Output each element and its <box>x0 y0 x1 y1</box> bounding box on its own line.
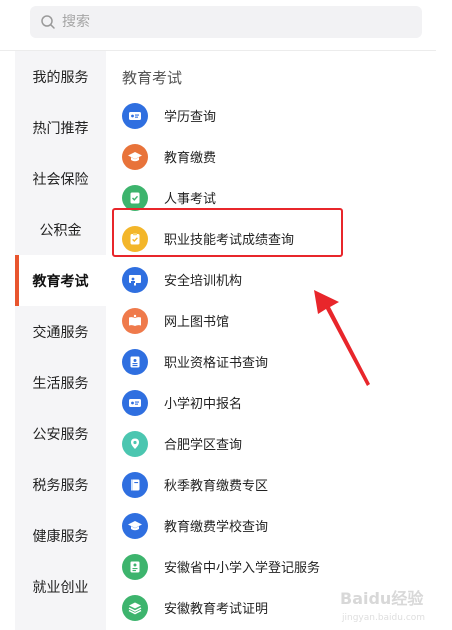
service-item-label: 职业资格证书查询 <box>164 356 269 371</box>
sidebar-item-traffic[interactable]: 交通服务 <box>15 306 106 357</box>
service-item-label: 人事考试 <box>164 192 217 207</box>
service-list: 学历查询 教育缴费 人事考试 职业技能考试成绩查询 安全培训机构 网上图书馆 职… <box>106 95 436 628</box>
service-item-qualification-cert[interactable]: 职业资格证书查询 <box>106 341 436 382</box>
id-card-icon <box>122 102 148 129</box>
sidebar-item-employment[interactable]: 就业创业 <box>15 561 106 612</box>
sidebar-item-social-insurance[interactable]: 社会保险 <box>15 153 106 204</box>
service-item-payment-school-query[interactable]: 教育缴费学校查询 <box>106 505 436 546</box>
category-sidebar: 我的服务 热门推荐 社会保险 公积金 教育考试 交通服务 生活服务 公安服务 税… <box>15 51 106 630</box>
service-item-label: 学历查询 <box>164 110 217 125</box>
svg-text:Baidu经验: Baidu经验 <box>340 589 424 608</box>
sidebar-item-life[interactable]: 生活服务 <box>15 357 106 408</box>
service-item-label: 安徽教育考试证明 <box>164 602 269 617</box>
sidebar-item-label: 我的服务 <box>32 69 89 86</box>
service-item-label: 合肥学区查询 <box>164 438 243 453</box>
sidebar-item-label: 社会保险 <box>32 171 89 188</box>
stack-icon <box>122 594 148 621</box>
graduation-cap-icon <box>122 143 148 170</box>
sidebar-item-label: 公安服务 <box>32 426 89 443</box>
clipboard-check-icon <box>122 225 148 252</box>
sidebar-item-education[interactable]: 教育考试 <box>15 255 106 306</box>
service-item-skill-exam-score[interactable]: 职业技能考试成绩查询 <box>106 218 436 259</box>
service-item-label: 安全培训机构 <box>164 274 243 289</box>
service-item-autumn-payment[interactable]: 秋季教育缴费专区 <box>106 464 436 505</box>
service-item-safety-training[interactable]: 安全培训机构 <box>106 259 436 300</box>
sidebar-item-label: 交通服务 <box>32 324 89 341</box>
sidebar-item-label: 就业创业 <box>32 579 89 596</box>
open-book-icon <box>122 307 148 334</box>
checklist-icon <box>122 184 148 211</box>
service-item-education-payment[interactable]: 教育缴费 <box>106 136 436 177</box>
search-bar <box>0 0 452 50</box>
service-item-school-enrollment[interactable]: 小学初中报名 <box>106 382 436 423</box>
sidebar-item-label: 健康服务 <box>32 528 89 545</box>
service-item-label: 小学初中报名 <box>164 397 243 412</box>
sidebar-item-label: 生活服务 <box>32 375 89 392</box>
search-icon <box>41 15 55 29</box>
service-item-label: 网上图书馆 <box>164 315 230 330</box>
sidebar-item-my-services[interactable]: 我的服务 <box>15 51 106 102</box>
location-pin-icon <box>122 430 148 457</box>
service-item-label: 教育缴费学校查询 <box>164 520 269 535</box>
service-item-label: 职业技能考试成绩查询 <box>164 233 295 248</box>
sidebar-item-label: 教育考试 <box>32 273 89 290</box>
search-input[interactable] <box>62 14 362 30</box>
sidebar-item-hot[interactable]: 热门推荐 <box>15 102 106 153</box>
service-item-personnel-exam[interactable]: 人事考试 <box>106 177 436 218</box>
service-list-panel: 教育考试 学历查询 教育缴费 人事考试 职业技能考试成绩查询 安全培训机构 网上… <box>106 51 436 630</box>
section-title: 教育考试 <box>122 69 183 87</box>
service-item-online-library[interactable]: 网上图书馆 <box>106 300 436 341</box>
id-card-icon <box>122 389 148 416</box>
service-item-label: 秋季教育缴费专区 <box>164 479 269 494</box>
sidebar-item-health[interactable]: 健康服务 <box>15 510 106 561</box>
service-item-enrollment-registration[interactable]: 安徽省中小学入学登记服务 <box>106 546 436 587</box>
scroll-gutter <box>436 51 452 630</box>
graduation-cap-icon <box>122 512 148 539</box>
search-box[interactable] <box>30 6 422 38</box>
document-icon <box>122 553 148 580</box>
service-item-label: 安徽省中小学入学登记服务 <box>164 561 321 576</box>
service-item-label: 教育缴费 <box>164 151 217 166</box>
sidebar-item-tax[interactable]: 税务服务 <box>15 459 106 510</box>
baidu-watermark-logo: Baidu经验 jingyan.baidu.com <box>340 589 425 623</box>
svg-text:jingyan.baidu.com: jingyan.baidu.com <box>341 613 425 623</box>
sidebar-item-housing-fund[interactable]: 公积金 <box>15 204 106 255</box>
sidebar-item-label: 公积金 <box>39 222 82 239</box>
sidebar-item-label: 税务服务 <box>32 477 89 494</box>
presentation-icon <box>122 266 148 293</box>
service-item-degree-query[interactable]: 学历查询 <box>106 95 436 136</box>
service-item-school-district[interactable]: 合肥学区查询 <box>106 423 436 464</box>
book-icon <box>122 471 148 498</box>
sidebar-item-label: 热门推荐 <box>32 120 89 137</box>
sidebar-item-police[interactable]: 公安服务 <box>15 408 106 459</box>
certificate-icon <box>122 348 148 375</box>
